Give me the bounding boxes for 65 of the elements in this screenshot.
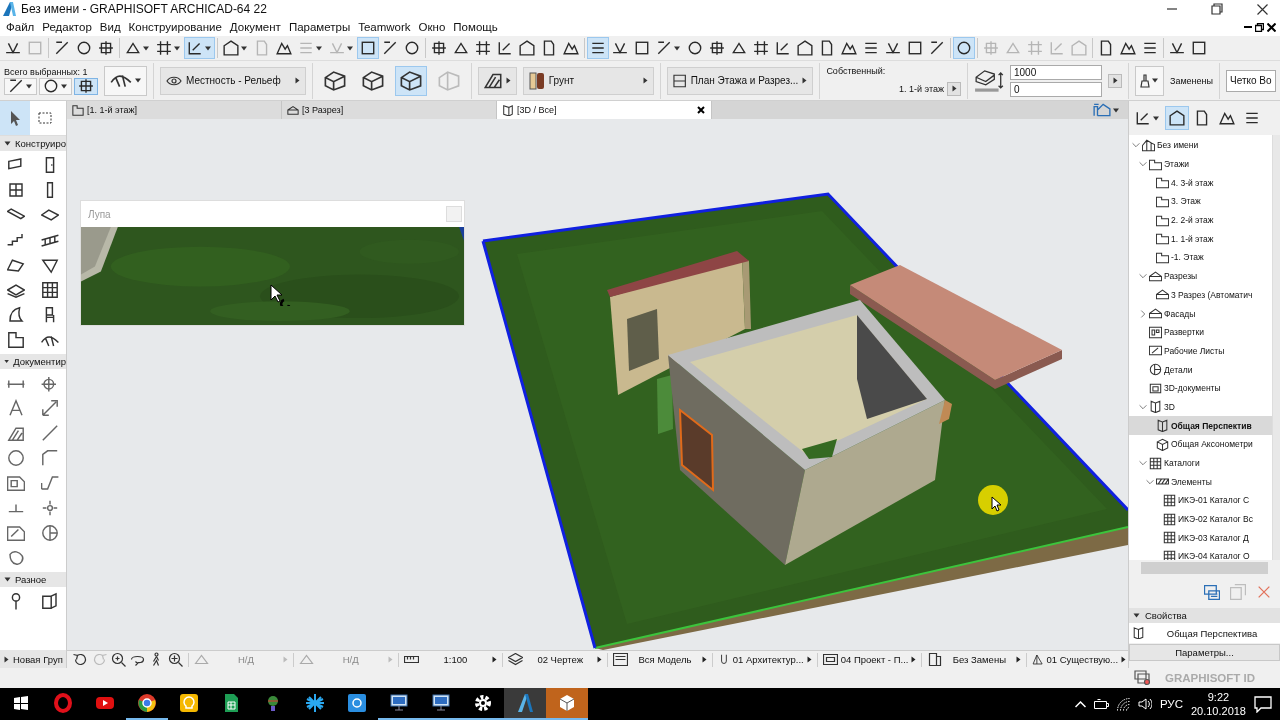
tree-item[interactable]: 3D-документы (1129, 378, 1272, 398)
home-story: 1. 1-й этаж (899, 83, 945, 94)
home-label: Собственный: (826, 65, 887, 76)
window-title: Без имени - GRAPHISOFT ARCHICAD-64 22 (21, 2, 268, 16)
tree-item[interactable]: Разрезы (1129, 266, 1272, 286)
view-name: Общая Перспектива (1165, 627, 1259, 639)
graphisoft-id-label: GRAPHISOFT ID (1163, 672, 1257, 684)
status-dropdown[interactable]: 01 Существую... (1030, 651, 1129, 668)
menu-item[interactable]: Окно (414, 21, 450, 33)
tree-item[interactable]: Рабочие Листы (1129, 341, 1272, 361)
tree-item[interactable]: 4. 3-й этаж (1129, 173, 1272, 193)
tree-item[interactable]: Детали (1129, 360, 1272, 379)
pen-field[interactable]: Четко Во (1226, 69, 1276, 92)
clock-date[interactable]: 20.10.2018 (1190, 704, 1246, 718)
tree-item[interactable]: 3D (1129, 397, 1272, 417)
tree-item[interactable]: 1. 1-й этаж (1129, 229, 1272, 249)
layer-dropdown[interactable]: Местность - Рельеф (160, 66, 306, 95)
override-label: Заменены (1169, 75, 1213, 86)
section-header[interactable]: Документир (0, 354, 66, 369)
menu-item[interactable]: Документ (225, 21, 285, 33)
tree-item[interactable]: 3. Этаж (1129, 192, 1272, 211)
height-field[interactable]: 1000 (1009, 64, 1102, 80)
settings-button[interactable]: Параметры... (1129, 644, 1280, 661)
tree-item[interactable]: Фасады (1129, 304, 1272, 323)
section-header[interactable]: Разное (0, 572, 66, 587)
surface-dropdown[interactable]: Грунт (522, 66, 655, 95)
status-dropdown[interactable]: Вся Модель (611, 651, 709, 668)
menu-item[interactable]: Вид (95, 21, 125, 33)
menu-item[interactable]: Помощь (449, 21, 502, 33)
language-indicator[interactable]: РУС (1159, 698, 1183, 710)
tree-item[interactable]: Этажи (1129, 154, 1272, 174)
menu-item[interactable]: Teamwork (354, 21, 415, 33)
tree-item[interactable]: -1. Этаж (1129, 248, 1272, 267)
status-dropdown[interactable]: Без Замены (925, 651, 1024, 668)
panel-header[interactable]: Свойства (1129, 608, 1280, 623)
offset-field[interactable]: 0 (1009, 81, 1102, 97)
tree-item[interactable]: Без имени (1129, 136, 1272, 155)
panel-title: Лупа (88, 208, 112, 220)
selection-label: Всего выбранных: 1 (4, 66, 89, 77)
tree-item[interactable]: Общая Аксонометри (1129, 435, 1272, 454)
menu-item[interactable]: Файл (2, 21, 39, 33)
tree-item[interactable]: 2. 2-й этаж (1129, 210, 1272, 230)
status-dropdown[interactable]: 04 Проект - П... (820, 651, 919, 668)
section-header[interactable]: Конструиро (0, 136, 66, 151)
menu-item[interactable]: Параметры (284, 21, 355, 33)
tree-item[interactable]: 3 Разрез (Автоматич (1129, 285, 1272, 305)
status-dropdown[interactable]: 1:100 (401, 651, 500, 668)
tree-item[interactable]: ИКЭ-02 Каталог Вс (1129, 509, 1272, 529)
tree-item[interactable]: ИКЭ-03 Каталог Д (1129, 528, 1272, 548)
tree-item[interactable]: Элементы (1129, 472, 1272, 492)
tree-item[interactable]: Каталоги (1129, 453, 1272, 473)
tree-item[interactable]: Общая Перспектив (1129, 416, 1272, 435)
tree-item[interactable]: Развертки (1129, 322, 1272, 342)
view-tab[interactable]: [3 Разрез] (282, 101, 497, 119)
tree-item[interactable]: ИКЭ-01 Каталог С (1129, 491, 1272, 510)
view-tab[interactable]: [1. 1-й этаж] (67, 101, 282, 119)
tree-item[interactable]: ИКЭ-04 Каталог О (1129, 547, 1272, 560)
section-header[interactable]: Новая Груп (0, 650, 66, 668)
status-dropdown[interactable]: 01 Архитектур... (715, 651, 814, 668)
menu-item[interactable]: Редактор (38, 21, 96, 33)
clock-time[interactable]: 9:22 (1207, 690, 1230, 704)
structure-dropdown[interactable]: План Этажа и Разрез... (667, 66, 814, 95)
status-dropdown[interactable]: 02 Чертеж (506, 651, 605, 668)
menu-item[interactable]: Конструирование (124, 21, 226, 33)
view-tab[interactable]: [3D / Все] (497, 101, 712, 119)
